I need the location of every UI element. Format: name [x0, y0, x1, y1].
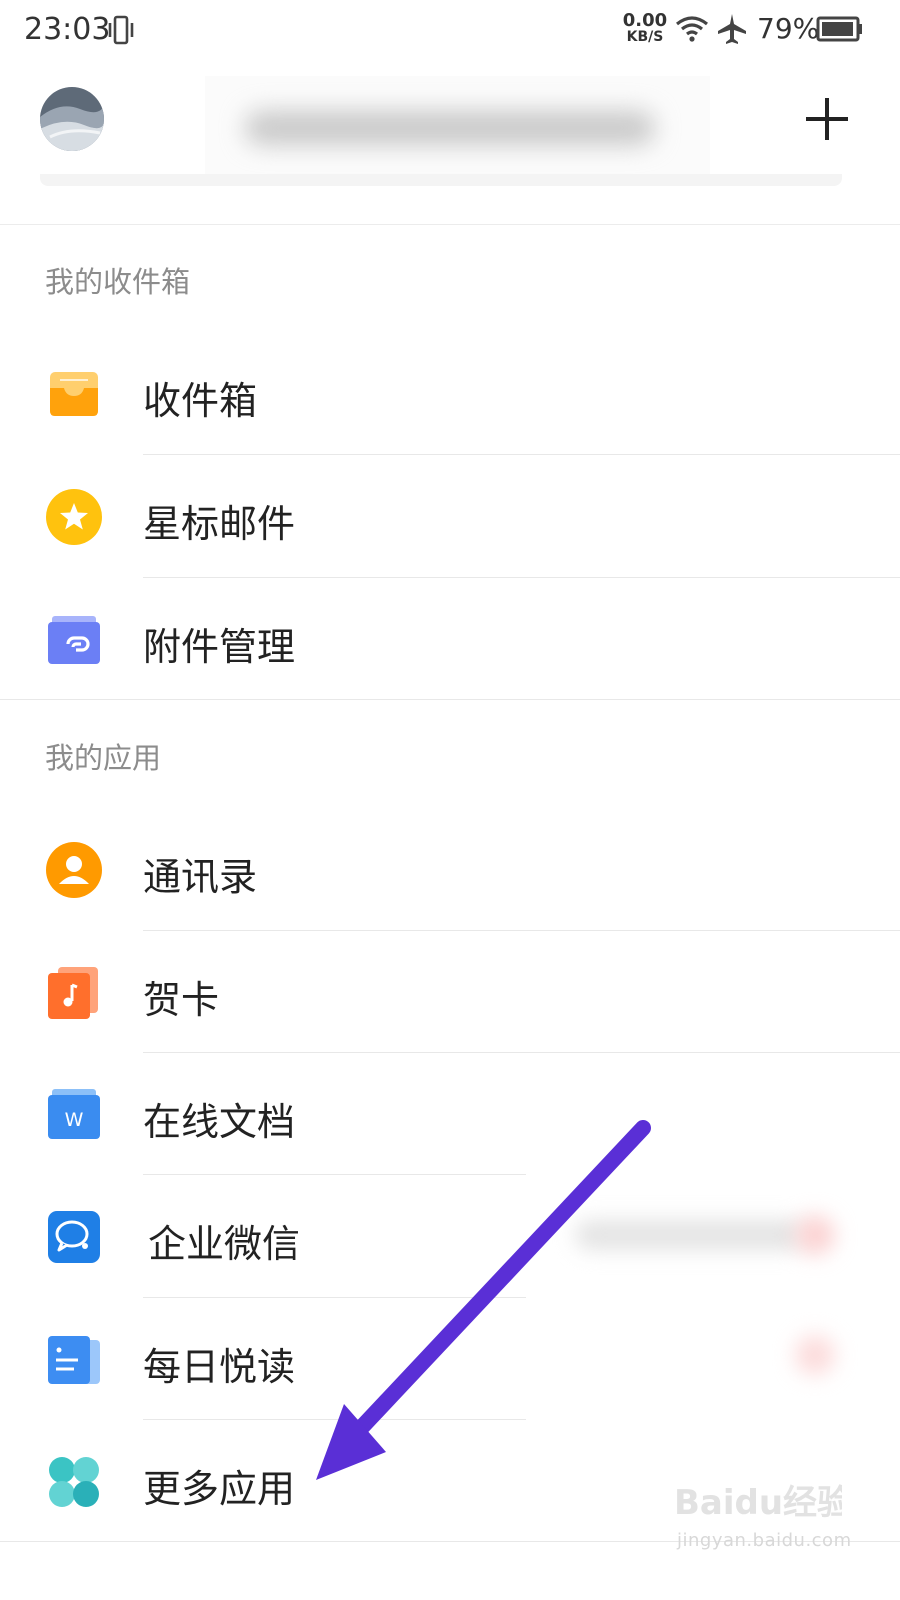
- svg-text:Baidu经验: Baidu经验: [674, 1483, 842, 1523]
- annotation-arrow: [316, 1120, 651, 1480]
- watermark-url: jingyan.baidu.com: [677, 1530, 852, 1551]
- baidu-watermark-logo: Baidu经验: [674, 1483, 842, 1523]
